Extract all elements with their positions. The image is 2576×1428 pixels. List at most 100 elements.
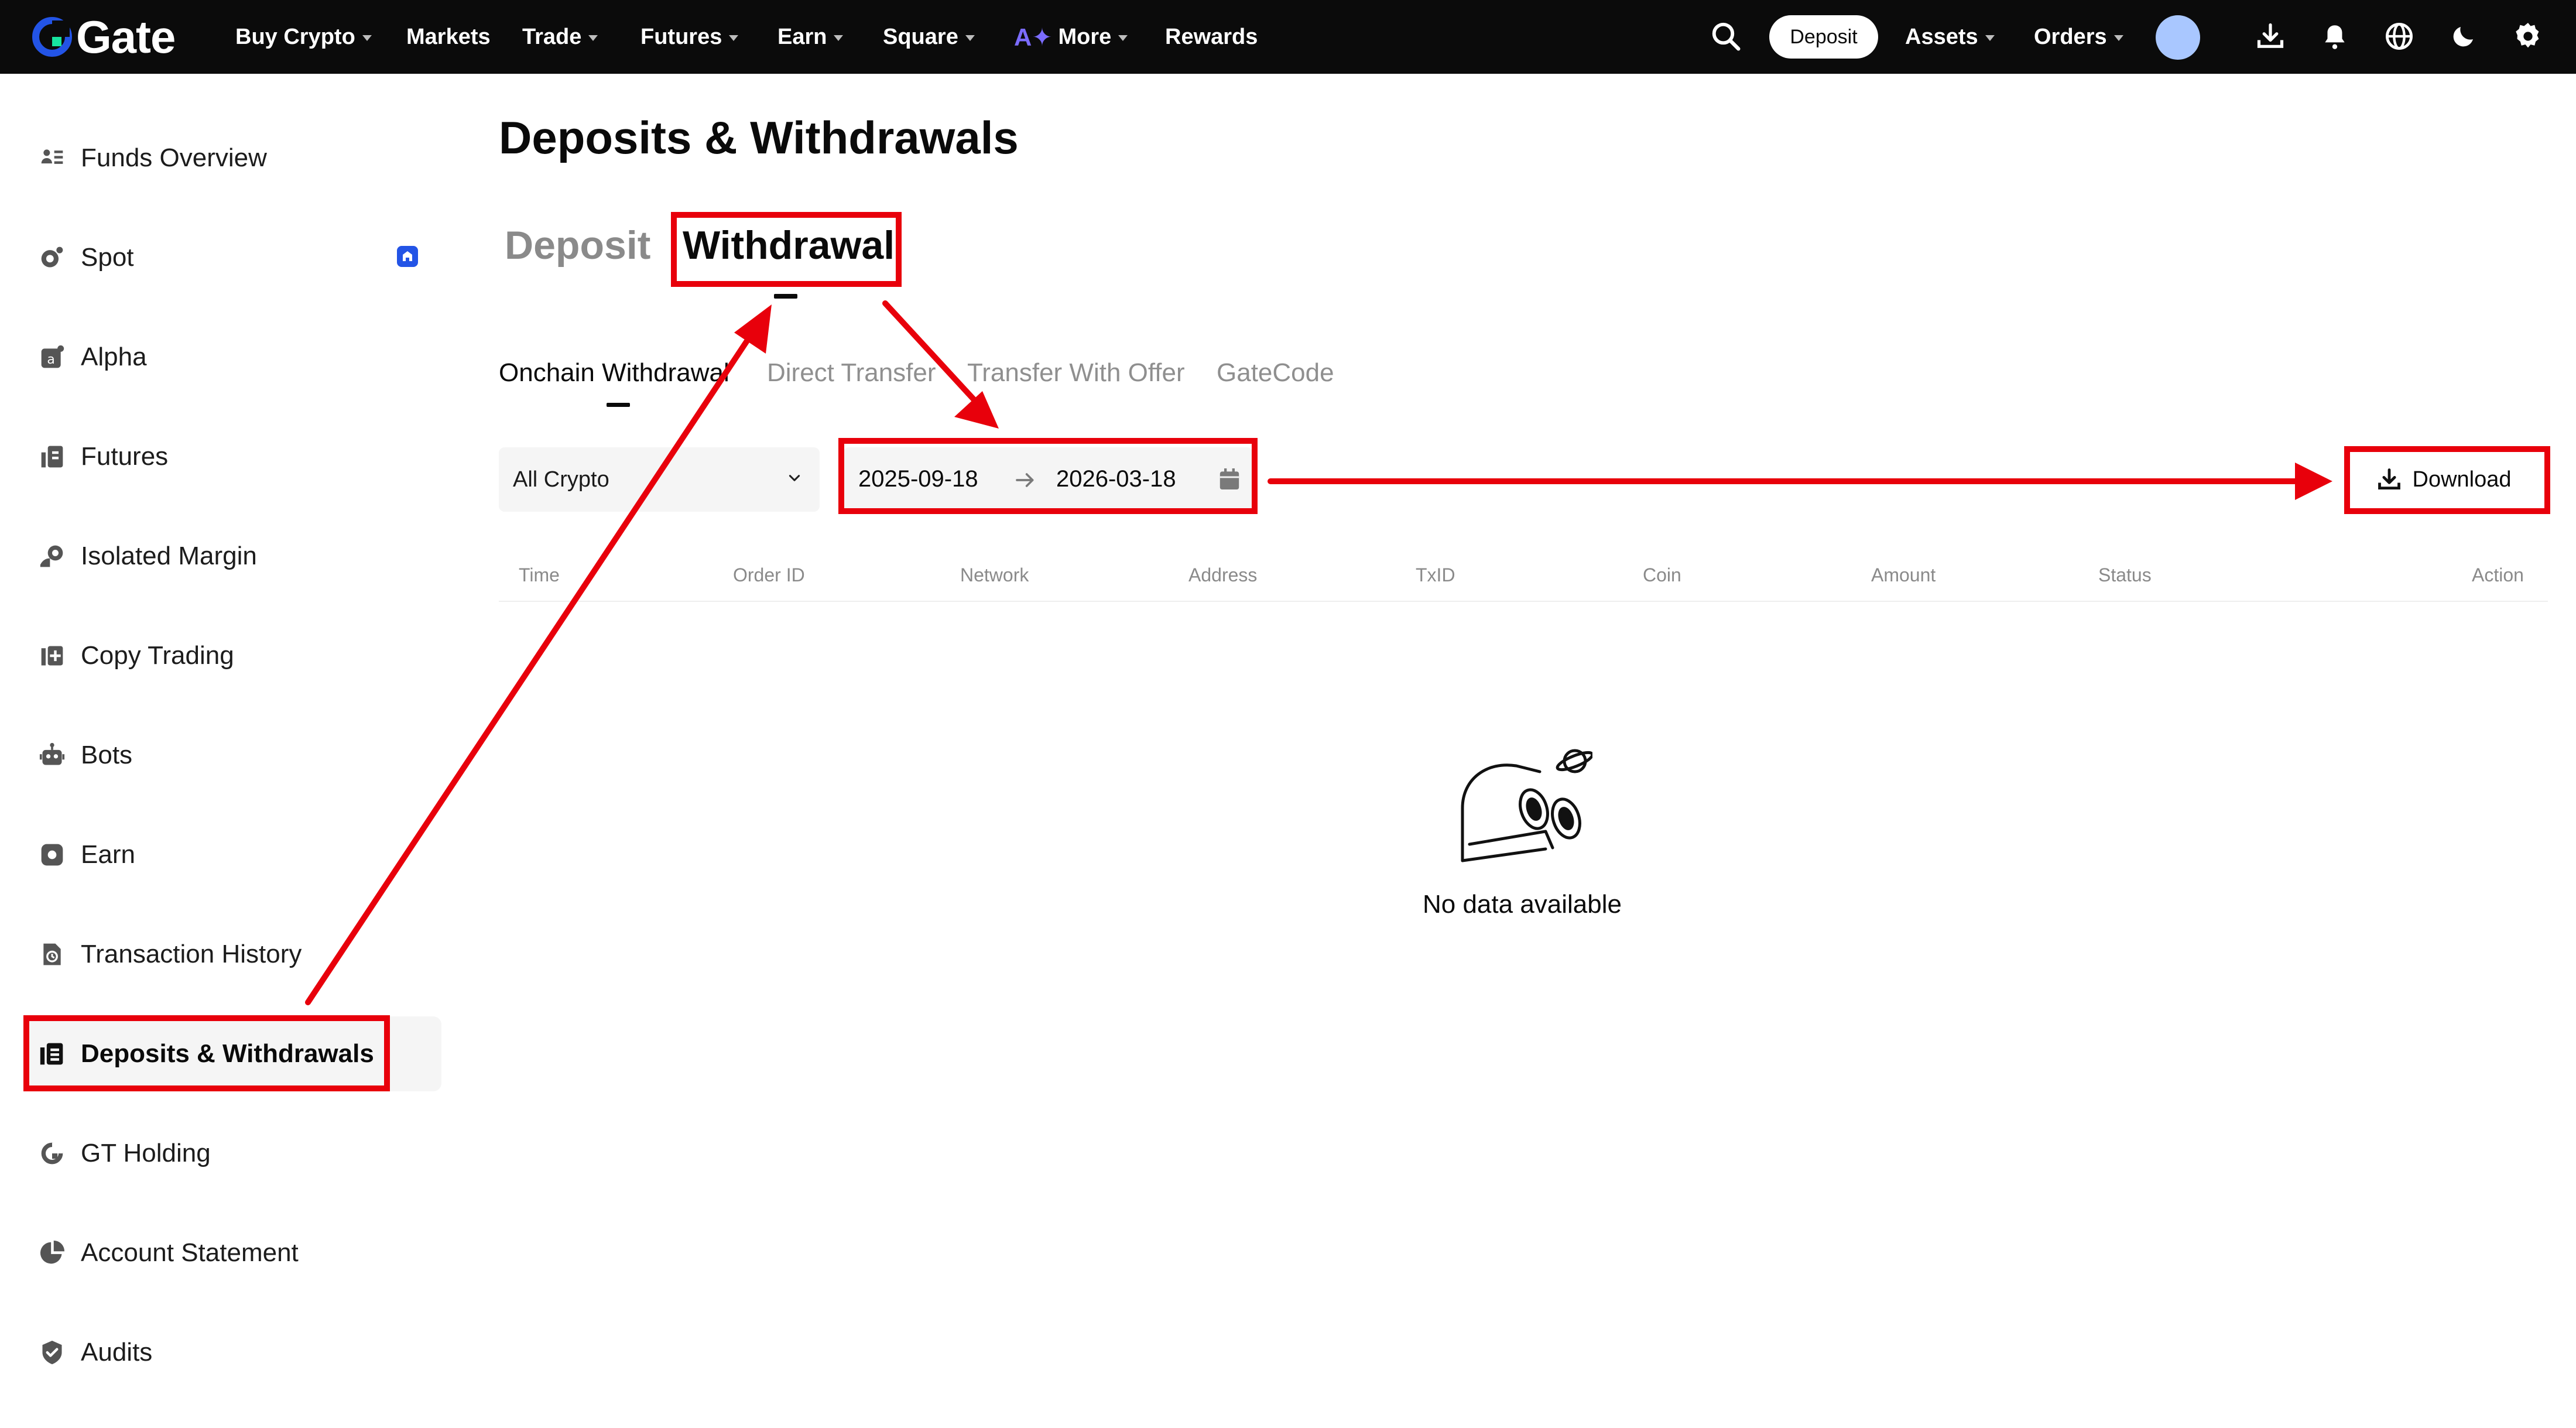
highlight-box-download bbox=[2344, 446, 2550, 514]
bot-icon bbox=[37, 741, 67, 770]
gt-icon bbox=[37, 1139, 67, 1168]
moon-icon[interactable] bbox=[2445, 18, 2482, 55]
download-app-icon[interactable] bbox=[2252, 18, 2289, 55]
arrow-head-icon bbox=[2295, 463, 2332, 500]
column-header-network: Network bbox=[960, 564, 1029, 585]
sidebar-item-label: Transaction History bbox=[81, 940, 302, 968]
spot-icon bbox=[37, 243, 67, 272]
column-header-coin: Coin bbox=[1643, 564, 1681, 585]
sidebar-item-transaction-history[interactable]: Transaction History bbox=[23, 917, 441, 992]
arrow-head-icon bbox=[954, 391, 999, 429]
column-header-address: Address bbox=[1188, 564, 1258, 585]
nav-label: Futures bbox=[640, 24, 722, 49]
nav-rewards[interactable]: Rewards bbox=[1165, 0, 1258, 74]
nav-label: Markets bbox=[406, 24, 491, 49]
sidebar-item-isolated-margin[interactable]: Isolated Margin bbox=[23, 519, 441, 594]
nav-label: More bbox=[1058, 24, 1112, 49]
column-header-status: Status bbox=[2098, 564, 2152, 585]
sidebar: Funds Overview Spot a Alpha Futures Isol… bbox=[0, 74, 445, 1428]
sidebar-item-futures[interactable]: Futures bbox=[23, 419, 441, 494]
nav-label: Trade bbox=[522, 24, 582, 49]
nav-earn[interactable]: Earn bbox=[777, 0, 844, 74]
sidebar-item-label: Spot bbox=[81, 243, 134, 272]
bell-icon[interactable] bbox=[2316, 18, 2354, 55]
sidebar-item-gt-holding[interactable]: GT Holding bbox=[23, 1116, 441, 1191]
sidebar-item-label: Isolated Margin bbox=[81, 542, 257, 570]
caret-down-icon bbox=[1118, 35, 1128, 41]
page-title: Deposits & Withdrawals bbox=[499, 112, 1019, 163]
history-icon bbox=[37, 940, 67, 969]
gate-logo-icon bbox=[32, 17, 72, 57]
arrow-head-icon bbox=[734, 304, 772, 354]
nav-more[interactable]: A✦ More bbox=[1014, 0, 1128, 74]
subtab-transfer-with-offer[interactable]: Transfer With Offer bbox=[967, 358, 1185, 388]
margin-icon bbox=[37, 542, 67, 571]
sidebar-item-label: Earn bbox=[81, 840, 135, 869]
globe-icon[interactable] bbox=[2380, 18, 2418, 55]
sidebar-item-label: Copy Trading bbox=[81, 641, 234, 670]
nav-buy-crypto[interactable]: Buy Crypto bbox=[235, 0, 372, 74]
nav-futures[interactable]: Futures bbox=[640, 0, 739, 74]
column-header-txid: TxID bbox=[1416, 564, 1455, 585]
sidebar-item-bots[interactable]: Bots bbox=[23, 718, 441, 793]
funds-icon bbox=[37, 143, 67, 173]
nav-assets[interactable]: Assets bbox=[1905, 0, 1995, 74]
highlight-box-deposits-withdrawals bbox=[23, 1015, 390, 1091]
caret-down-icon bbox=[1985, 35, 1995, 41]
ai-sparkle-icon: A✦ bbox=[1014, 23, 1053, 51]
tab-deposit[interactable]: Deposit bbox=[505, 222, 650, 268]
spot-new-badge-icon bbox=[397, 246, 418, 267]
highlight-box-date-range bbox=[838, 438, 1258, 514]
caret-down-icon bbox=[362, 35, 372, 41]
svg-text:a: a bbox=[47, 352, 54, 367]
nav-markets[interactable]: Markets bbox=[406, 0, 491, 74]
subtab-onchain-underline bbox=[607, 403, 630, 407]
sidebar-item-copy-trading[interactable]: Copy Trading bbox=[23, 618, 441, 693]
sidebar-item-label: Futures bbox=[81, 442, 169, 471]
sidebar-item-earn[interactable]: Earn bbox=[23, 817, 441, 892]
sidebar-item-alpha[interactable]: a Alpha bbox=[23, 320, 441, 395]
subtab-onchain-withdrawal[interactable]: Onchain Withdrawal bbox=[499, 358, 729, 388]
gear-icon[interactable] bbox=[2509, 18, 2547, 55]
subtab-gatecode[interactable]: GateCode bbox=[1217, 358, 1334, 388]
sidebar-item-spot[interactable]: Spot bbox=[23, 220, 441, 295]
sidebar-item-label: Account Statement bbox=[81, 1238, 299, 1267]
nav-deposit-button[interactable]: Deposit bbox=[1769, 15, 1878, 59]
alpha-icon: a bbox=[37, 343, 67, 372]
crypto-filter-select[interactable]: All Crypto bbox=[499, 447, 820, 512]
sidebar-item-funds-overview[interactable]: Funds Overview bbox=[23, 121, 441, 196]
nav-label: Square bbox=[883, 24, 958, 49]
table-divider bbox=[499, 601, 2548, 602]
nav-label: Assets bbox=[1905, 24, 1978, 49]
caret-down-icon bbox=[834, 35, 844, 41]
sidebar-item-audits[interactable]: Audits bbox=[23, 1315, 441, 1390]
futures-icon bbox=[37, 442, 67, 471]
shield-icon bbox=[37, 1338, 67, 1367]
caret-down-icon bbox=[965, 35, 975, 41]
empty-state-telescope-icon bbox=[1461, 749, 1592, 862]
sidebar-item-label: GT Holding bbox=[81, 1139, 211, 1167]
caret-down-icon bbox=[729, 35, 739, 41]
sidebar-item-label: Funds Overview bbox=[81, 143, 267, 172]
search-icon[interactable] bbox=[1707, 18, 1745, 55]
highlight-box-withdrawal-tab bbox=[671, 212, 902, 287]
subtab-direct-transfer[interactable]: Direct Transfer bbox=[767, 358, 936, 388]
sidebar-item-account-statement[interactable]: Account Statement bbox=[23, 1215, 441, 1290]
nav-square[interactable]: Square bbox=[883, 0, 975, 74]
crypto-filter-value: All Crypto bbox=[513, 467, 609, 492]
top-navigation-bar: Gate Buy Crypto Markets Trade Futures Ea… bbox=[0, 0, 2576, 74]
nav-orders[interactable]: Orders bbox=[2034, 0, 2123, 74]
chevron-down-icon bbox=[789, 475, 800, 481]
gate-logo[interactable]: Gate bbox=[32, 11, 176, 63]
nav-label: Orders bbox=[2034, 24, 2107, 49]
nav-label: Buy Crypto bbox=[235, 24, 355, 49]
sidebar-item-label: Alpha bbox=[81, 343, 147, 371]
column-header-time: Time bbox=[519, 564, 560, 585]
column-header-order-id: Order ID bbox=[733, 564, 805, 585]
statement-icon bbox=[37, 1238, 67, 1268]
user-avatar[interactable] bbox=[2156, 15, 2200, 60]
caret-down-icon bbox=[588, 35, 598, 41]
nav-trade[interactable]: Trade bbox=[522, 0, 598, 74]
logo-text: Gate bbox=[76, 11, 176, 63]
sidebar-item-label: Audits bbox=[81, 1338, 153, 1367]
